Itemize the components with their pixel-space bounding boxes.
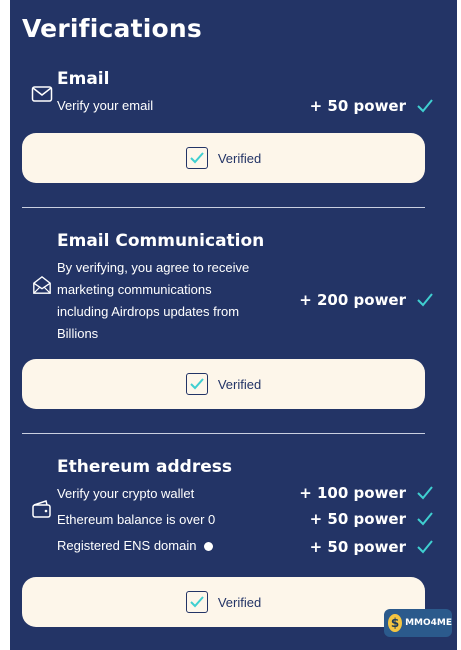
email-description: Verify your email xyxy=(57,98,154,113)
email-comm-verified-button[interactable]: Verified xyxy=(22,359,425,409)
description-line: Billions xyxy=(57,326,99,341)
envelope-icon xyxy=(31,86,53,102)
open-envelope-icon xyxy=(33,275,51,294)
wallet-icon xyxy=(32,500,51,518)
description-line: By verifying, you agree to receive xyxy=(57,260,250,275)
email-comm-description: By verifying, you agree to receive marke… xyxy=(57,257,249,345)
checkbox-icon xyxy=(185,591,208,613)
ethereum-item-label: Verify your crypto wallet xyxy=(57,486,195,501)
email-power: + 50 power xyxy=(309,97,406,115)
ethereum-item-label: Ethereum balance is over 0 xyxy=(57,512,216,527)
ethereum-item-power: + 50 power xyxy=(309,510,406,528)
verified-label: Verified xyxy=(217,376,262,392)
divider xyxy=(22,207,425,208)
ethereum-item-power: + 50 power xyxy=(309,538,406,556)
verified-label: Verified xyxy=(217,594,262,610)
watermark-text: MMO4ME xyxy=(405,618,452,628)
check-icon xyxy=(417,486,433,500)
description-line: including Airdrops updates from xyxy=(57,304,240,319)
ethereum-section-title: Ethereum address xyxy=(57,457,232,477)
checkbox-icon xyxy=(185,373,208,395)
email-verified-button[interactable]: Verified xyxy=(22,133,425,183)
email-comm-section-title: Email Communication xyxy=(57,231,265,251)
info-dot-icon xyxy=(204,542,214,552)
email-comm-power: + 200 power xyxy=(299,291,406,309)
check-icon xyxy=(417,512,433,526)
email-section-title: Email xyxy=(57,69,110,89)
ethereum-item-power: + 100 power xyxy=(299,484,406,502)
verified-label: Verified xyxy=(217,150,262,166)
description-line: marketing communications xyxy=(57,282,212,297)
ethereum-item-row: Registered ENS domain xyxy=(57,535,214,557)
check-icon xyxy=(417,293,433,307)
check-icon xyxy=(417,99,433,113)
checkbox-icon xyxy=(185,147,208,169)
watermark-badge: $ MMO4ME xyxy=(384,609,452,637)
page-title: Verifications xyxy=(22,14,202,43)
divider xyxy=(22,433,425,434)
check-icon xyxy=(417,540,433,554)
coin-icon: $ xyxy=(388,614,403,632)
ethereum-item-label: Registered ENS domain xyxy=(57,538,197,553)
ethereum-verified-button[interactable]: Verified xyxy=(22,577,425,627)
